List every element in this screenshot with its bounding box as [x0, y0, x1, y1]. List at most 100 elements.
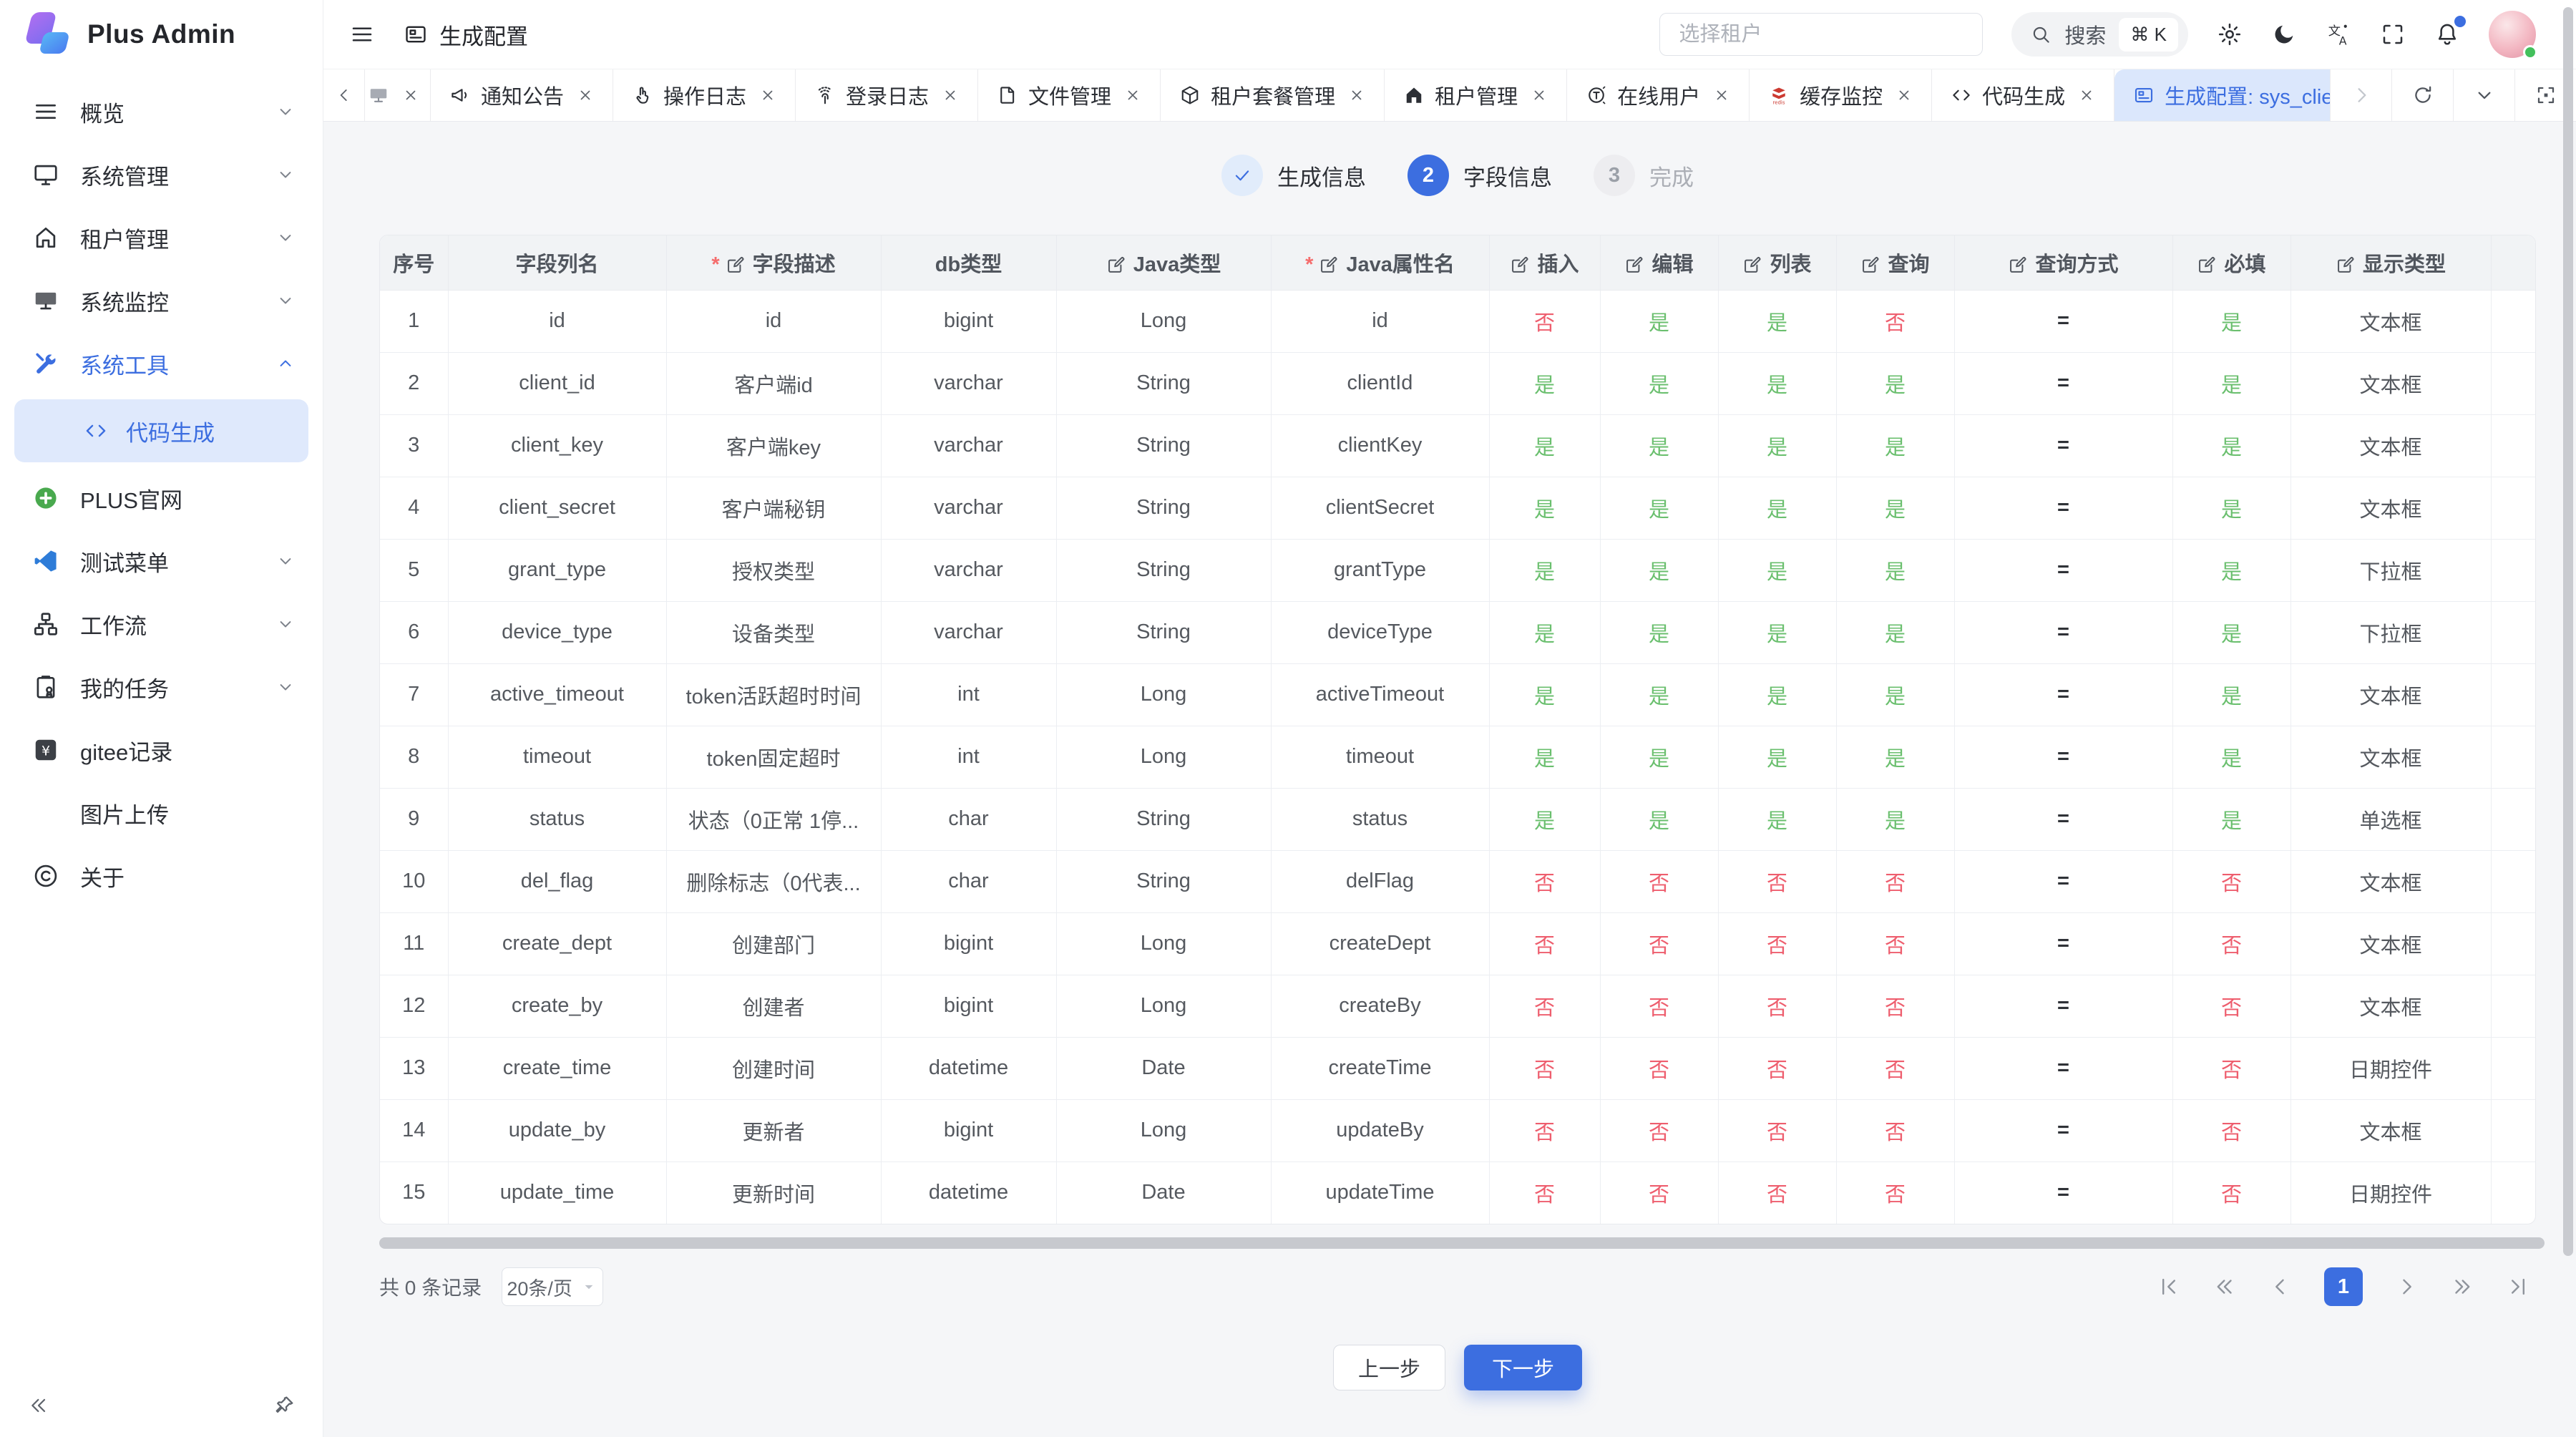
- cell-query-method[interactable]: =: [1954, 663, 2172, 726]
- cell-insert[interactable]: 否: [1489, 912, 1600, 975]
- cell-java-type[interactable]: String: [1056, 850, 1271, 912]
- cell-query-method[interactable]: =: [1954, 912, 2172, 975]
- cell-list[interactable]: 否: [1718, 1099, 1836, 1161]
- cell-required[interactable]: 否: [2172, 912, 2290, 975]
- tab-clipped[interactable]: [365, 69, 431, 121]
- cell-required[interactable]: 是: [2172, 539, 2290, 601]
- first-page-button[interactable]: [2157, 1275, 2181, 1299]
- cell-column-desc[interactable]: token活跃超时时间: [666, 663, 881, 726]
- hamburger-icon[interactable]: [349, 21, 375, 47]
- cell-insert[interactable]: 否: [1489, 1161, 1600, 1224]
- tab-menu-chevron-icon[interactable]: [2453, 69, 2514, 121]
- cell-display-type[interactable]: 文本框: [2290, 975, 2491, 1037]
- cell-column-desc[interactable]: 更新时间: [666, 1161, 881, 1224]
- tab-online-user[interactable]: 在线用户: [1567, 69, 1750, 121]
- cell-query-method[interactable]: =: [1954, 788, 2172, 850]
- cell-list[interactable]: 否: [1718, 1037, 1836, 1099]
- cell-insert[interactable]: 否: [1489, 290, 1600, 352]
- close-icon[interactable]: [2078, 87, 2095, 104]
- cell-list[interactable]: 是: [1718, 788, 1836, 850]
- cell-query[interactable]: 是: [1836, 726, 1954, 788]
- close-icon[interactable]: [1124, 87, 1141, 104]
- cell-required[interactable]: 否: [2172, 975, 2290, 1037]
- close-icon[interactable]: [1713, 87, 1730, 104]
- cell-column-desc[interactable]: 客户端秘钥: [666, 477, 881, 539]
- cell-java-type[interactable]: String: [1056, 477, 1271, 539]
- cell-query[interactable]: 是: [1836, 352, 1954, 414]
- cell-edit[interactable]: 否: [1600, 912, 1718, 975]
- cell-java-attr[interactable]: deviceType: [1271, 601, 1489, 663]
- cell-java-attr[interactable]: activeTimeout: [1271, 663, 1489, 726]
- cell-java-attr[interactable]: id: [1271, 290, 1489, 352]
- sidebar-item-overview[interactable]: 概览: [0, 80, 323, 143]
- cell-required[interactable]: 是: [2172, 601, 2290, 663]
- cell-required[interactable]: 否: [2172, 1161, 2290, 1224]
- cell-java-type[interactable]: Long: [1056, 663, 1271, 726]
- cell-display-type[interactable]: 文本框: [2290, 1099, 2491, 1161]
- tab-login-log[interactable]: 登录日志: [796, 69, 978, 121]
- cell-required[interactable]: 是: [2172, 663, 2290, 726]
- refresh-icon[interactable]: [2391, 69, 2453, 121]
- cell-java-attr[interactable]: grantType: [1271, 539, 1489, 601]
- pin-icon[interactable]: [273, 1394, 296, 1417]
- column-header-display-type[interactable]: 显示类型: [2290, 235, 2491, 290]
- cell-query-method[interactable]: =: [1954, 975, 2172, 1037]
- tab-file-manage[interactable]: 文件管理: [978, 69, 1161, 121]
- cell-display-type[interactable]: 单选框: [2290, 788, 2491, 850]
- cell-required[interactable]: 否: [2172, 1099, 2290, 1161]
- cell-required[interactable]: 否: [2172, 1037, 2290, 1099]
- column-header-list[interactable]: 列表: [1718, 235, 1836, 290]
- cell-java-type[interactable]: Long: [1056, 975, 1271, 1037]
- settings-gear-icon[interactable]: [2217, 21, 2243, 47]
- cell-query-method[interactable]: =: [1954, 352, 2172, 414]
- cell-list[interactable]: 是: [1718, 477, 1836, 539]
- cell-query[interactable]: 是: [1836, 601, 1954, 663]
- cell-edit[interactable]: 否: [1600, 1099, 1718, 1161]
- cell-query[interactable]: 否: [1836, 1161, 1954, 1224]
- cell-java-attr[interactable]: status: [1271, 788, 1489, 850]
- cell-insert[interactable]: 否: [1489, 850, 1600, 912]
- cell-required[interactable]: 是: [2172, 788, 2290, 850]
- sidebar-item-system-tools[interactable]: 系统工具: [0, 332, 323, 395]
- cell-java-attr[interactable]: timeout: [1271, 726, 1489, 788]
- cell-query[interactable]: 否: [1836, 975, 1954, 1037]
- cell-query[interactable]: 否: [1836, 1099, 1954, 1161]
- cell-display-type[interactable]: 日期控件: [2290, 1161, 2491, 1224]
- next-step-button[interactable]: 下一步: [1464, 1345, 1582, 1390]
- tab-cache-monitor[interactable]: redis缓存监控: [1750, 69, 1932, 121]
- tab-tenant[interactable]: 租户管理: [1385, 69, 1567, 121]
- cell-required[interactable]: 是: [2172, 414, 2290, 477]
- column-header-query-method[interactable]: 查询方式: [1954, 235, 2172, 290]
- cell-column-desc[interactable]: 创建者: [666, 975, 881, 1037]
- cell-insert[interactable]: 是: [1489, 477, 1600, 539]
- page-size-select[interactable]: 20条/页: [502, 1267, 603, 1306]
- cell-query[interactable]: 否: [1836, 912, 1954, 975]
- cell-required[interactable]: 否: [2172, 850, 2290, 912]
- cell-column-desc[interactable]: 客户端key: [666, 414, 881, 477]
- cell-insert[interactable]: 是: [1489, 539, 1600, 601]
- sidebar-item-code-gen[interactable]: 代码生成: [14, 399, 308, 462]
- tab-tenant-package[interactable]: 租户套餐管理: [1161, 69, 1385, 121]
- sidebar-item-tenant-manage[interactable]: 租户管理: [0, 206, 323, 269]
- sidebar-item-test-menu[interactable]: 测试菜单: [0, 530, 323, 593]
- column-header-java-attr[interactable]: *Java属性名: [1271, 235, 1489, 290]
- tab-scroll-left-icon[interactable]: [323, 69, 365, 121]
- tab-notice[interactable]: 通知公告: [431, 69, 613, 121]
- cell-edit[interactable]: 否: [1600, 975, 1718, 1037]
- cell-display-type[interactable]: 下拉框: [2290, 539, 2491, 601]
- close-icon[interactable]: [759, 87, 776, 104]
- cell-query-method[interactable]: =: [1954, 477, 2172, 539]
- cell-display-type[interactable]: 文本框: [2290, 663, 2491, 726]
- cell-java-attr[interactable]: clientKey: [1271, 414, 1489, 477]
- table-horizontal-scrollbar[interactable]: [379, 1237, 2545, 1249]
- cell-edit[interactable]: 是: [1600, 726, 1718, 788]
- cell-list[interactable]: 否: [1718, 912, 1836, 975]
- cell-required[interactable]: 是: [2172, 290, 2290, 352]
- window-vertical-scrollbar[interactable]: [2563, 7, 2573, 1256]
- cell-java-type[interactable]: String: [1056, 352, 1271, 414]
- next-chunk-button[interactable]: [2450, 1275, 2474, 1299]
- prev-page-button[interactable]: [2268, 1275, 2293, 1299]
- notification-bell-icon[interactable]: [2434, 21, 2460, 47]
- cell-display-type[interactable]: 文本框: [2290, 850, 2491, 912]
- close-icon[interactable]: [402, 87, 419, 104]
